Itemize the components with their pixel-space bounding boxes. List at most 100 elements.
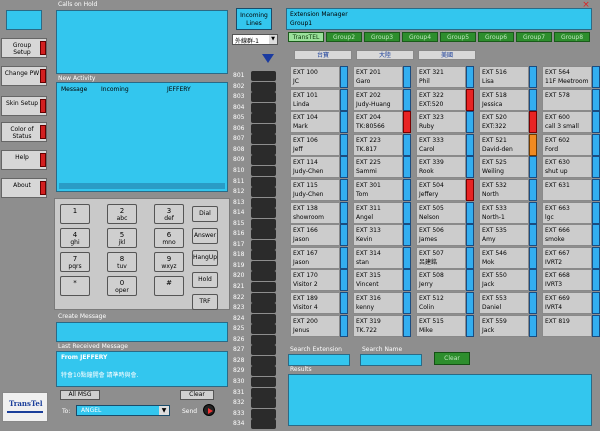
extension-cell[interactable]: EXT 546 Mok bbox=[479, 246, 537, 269]
send-icon[interactable] bbox=[203, 404, 215, 416]
line-key[interactable] bbox=[251, 324, 276, 335]
extension-cell[interactable]: EXT 170 Visitor 2 bbox=[290, 269, 348, 292]
keypad-key-7[interactable]: 7 pqrs bbox=[60, 252, 90, 272]
incoming-lines-button[interactable]: Incoming Lines bbox=[236, 8, 272, 30]
extension-cell[interactable]: EXT 223 TK.817 bbox=[353, 133, 411, 156]
extension-cell[interactable]: EXT 630 shut up bbox=[542, 156, 600, 179]
line-key[interactable] bbox=[251, 208, 276, 219]
extension-cell[interactable]: EXT 667 IVRT2 bbox=[542, 246, 600, 269]
extension-cell[interactable]: EXT 535 Amy bbox=[479, 224, 537, 247]
keypad-key-0[interactable]: 0 oper bbox=[107, 276, 137, 296]
extension-cell[interactable]: EXT 512 Colin bbox=[416, 292, 474, 314]
clear-message-button[interactable]: Clear bbox=[180, 390, 214, 400]
subtab-0[interactable]: 台寶 bbox=[294, 50, 352, 60]
extension-cell[interactable]: EXT 225 Sammi bbox=[353, 156, 411, 179]
search-extension-input[interactable] bbox=[288, 354, 350, 366]
search-name-input[interactable] bbox=[360, 354, 422, 366]
line-key[interactable] bbox=[251, 366, 276, 377]
line-key[interactable] bbox=[251, 134, 276, 145]
extension-cell[interactable]: EXT 602 Ford bbox=[542, 133, 600, 156]
extension-cell[interactable]: EXT 507 呂建銘 bbox=[416, 246, 474, 269]
keypad-key-4[interactable]: 4 ghi bbox=[60, 228, 90, 248]
line-key[interactable] bbox=[251, 355, 276, 366]
group-setup-button[interactable]: Group Setup bbox=[1, 38, 47, 58]
line-key[interactable] bbox=[251, 334, 276, 345]
answer-button[interactable]: Answer bbox=[192, 228, 218, 244]
keypad-key-3[interactable]: 3 def bbox=[154, 204, 184, 224]
color-of-status-button[interactable]: Color of Status bbox=[1, 122, 47, 142]
keypad-key-*[interactable]: * bbox=[60, 276, 90, 296]
extension-cell[interactable]: EXT 525 Weiling bbox=[479, 156, 537, 179]
help-button[interactable]: Help bbox=[1, 150, 47, 170]
extension-cell[interactable]: EXT 506 James bbox=[416, 224, 474, 247]
line-key[interactable] bbox=[251, 282, 276, 292]
extension-cell[interactable]: EXT 319 TK.722 bbox=[353, 314, 411, 337]
extension-cell[interactable]: EXT 550 Jack bbox=[479, 269, 537, 292]
extension-cell[interactable]: EXT 521 David-den bbox=[479, 133, 537, 156]
extension-cell[interactable]: EXT 333 Carol bbox=[416, 133, 474, 156]
extension-cell[interactable]: EXT 668 IVRT3 bbox=[542, 269, 600, 292]
tab-group2[interactable]: Group2 bbox=[326, 32, 362, 42]
all-msg-button[interactable]: All MSG bbox=[60, 390, 100, 400]
extension-cell[interactable]: EXT 200 Jenus bbox=[290, 314, 348, 337]
tab-group3[interactable]: Group3 bbox=[364, 32, 400, 42]
extension-cell[interactable]: EXT 663 lgc bbox=[542, 201, 600, 224]
extension-cell[interactable]: EXT 520 EXT:322 bbox=[479, 111, 537, 134]
tab-group8[interactable]: Group8 bbox=[554, 32, 590, 42]
line-key[interactable] bbox=[251, 313, 276, 324]
tab-group6[interactable]: Group6 bbox=[478, 32, 514, 42]
extension-cell[interactable]: EXT 559 Jack bbox=[479, 314, 537, 337]
extension-cell[interactable]: EXT 322 EXT:520 bbox=[416, 88, 474, 111]
tab-group5[interactable]: Group5 bbox=[440, 32, 476, 42]
keypad-key-5[interactable]: 5 jkl bbox=[107, 228, 137, 248]
line-key[interactable] bbox=[251, 271, 276, 282]
extension-cell[interactable]: EXT 138 showroom bbox=[290, 201, 348, 224]
extension-cell[interactable]: EXT 114 Judy-Chen bbox=[290, 156, 348, 179]
keypad-key-6[interactable]: 6 mno bbox=[154, 228, 184, 248]
line-group-select[interactable]: 外線群-1 ▼ bbox=[232, 34, 278, 45]
extension-cell[interactable]: EXT 115 Judy-Chen bbox=[290, 179, 348, 201]
extension-cell[interactable]: EXT 321 Phil bbox=[416, 66, 474, 88]
close-icon[interactable]: × bbox=[581, 1, 591, 10]
line-key[interactable] bbox=[251, 419, 276, 430]
line-key[interactable] bbox=[251, 218, 276, 229]
extension-cell[interactable]: EXT 301 Tom bbox=[353, 179, 411, 201]
extension-cell[interactable]: EXT 339 Rook bbox=[416, 156, 474, 179]
line-key[interactable] bbox=[251, 345, 276, 356]
extension-cell[interactable]: EXT 518 Jessica bbox=[479, 88, 537, 111]
to-select[interactable]: ANGEL ▼ bbox=[76, 405, 170, 416]
line-key[interactable] bbox=[251, 113, 276, 124]
line-key[interactable] bbox=[251, 71, 276, 81]
extension-cell[interactable]: EXT 166 Jason bbox=[290, 224, 348, 247]
extension-cell[interactable]: EXT 515 Mike bbox=[416, 314, 474, 337]
extension-cell[interactable]: EXT 505 Nelson bbox=[416, 201, 474, 224]
keypad-key-2[interactable]: 2 abc bbox=[107, 204, 137, 224]
subtab-2[interactable]: 美國 bbox=[418, 50, 476, 60]
line-key[interactable] bbox=[251, 250, 276, 261]
extension-cell[interactable]: EXT 100 JC bbox=[290, 66, 348, 88]
extension-cell[interactable]: EXT 516 Lisa bbox=[479, 66, 537, 88]
extension-cell[interactable]: EXT 101 Linda bbox=[290, 88, 348, 111]
line-key[interactable] bbox=[251, 187, 276, 198]
line-key[interactable] bbox=[251, 144, 276, 155]
line-key[interactable] bbox=[251, 398, 276, 409]
line-key[interactable] bbox=[251, 260, 276, 271]
line-key[interactable] bbox=[251, 387, 276, 398]
extension-cell[interactable]: EXT 167 Jason bbox=[290, 246, 348, 269]
scroll-down-arrow-icon[interactable] bbox=[262, 54, 274, 63]
extension-cell[interactable]: EXT 189 Visitor 4 bbox=[290, 292, 348, 314]
subtab-1[interactable]: 大陸 bbox=[356, 50, 414, 60]
line-key[interactable] bbox=[251, 197, 276, 208]
extension-cell[interactable]: EXT 533 North-1 bbox=[479, 201, 537, 224]
extension-cell[interactable]: EXT 313 Kevin bbox=[353, 224, 411, 247]
extension-cell[interactable]: EXT 532 North bbox=[479, 179, 537, 201]
line-item[interactable]: 834 bbox=[233, 418, 279, 431]
line-key[interactable] bbox=[251, 176, 276, 187]
extension-cell[interactable]: EXT 600 call 3 small bbox=[542, 111, 600, 134]
extension-cell[interactable]: EXT 323 Ruby bbox=[416, 111, 474, 134]
about-button[interactable]: About bbox=[1, 178, 47, 198]
extension-cell[interactable]: EXT 553 Daniel bbox=[479, 292, 537, 314]
extension-cell[interactable]: EXT 201 Garo bbox=[353, 66, 411, 88]
results-box[interactable] bbox=[288, 374, 592, 426]
extension-cell[interactable]: EXT 819 bbox=[542, 314, 600, 337]
